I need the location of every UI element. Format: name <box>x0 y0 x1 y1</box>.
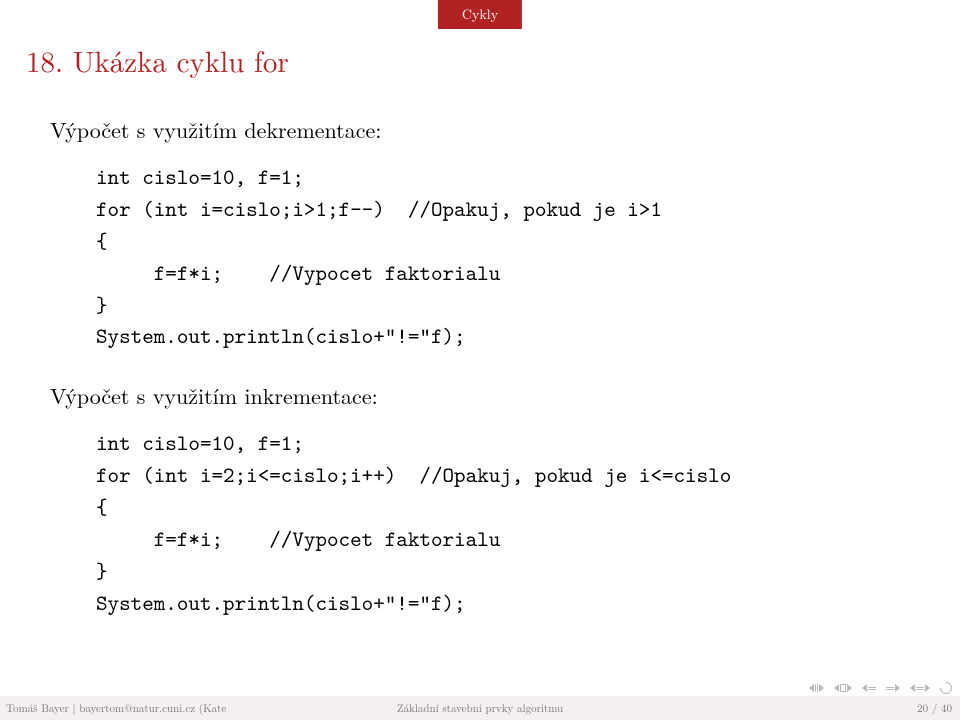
footer-page-number: 20 / 40 <box>917 701 952 716</box>
subtitle-inkrementace: Výpočet s využitím inkrementace: <box>50 380 910 411</box>
nav-first-icon[interactable] <box>809 684 824 692</box>
slide-footer: Tomáš Bayer | bayertom@natur.cuni.cz (Ka… <box>0 696 960 720</box>
slide-title: 18. Ukázka cyklu for <box>26 40 289 81</box>
footer-author: Tomáš Bayer | bayertom@natur.cuni.cz (Ka… <box>0 701 345 716</box>
nav-next-frame-icon[interactable] <box>910 684 930 692</box>
nav-prev-icon[interactable] <box>862 684 876 692</box>
footer-title: Základní stavební prvky algoritmu <box>397 701 563 716</box>
section-label: Cykly <box>462 4 498 24</box>
subtitle-dekrementace: Výpočet s využitím dekrementace: <box>50 114 910 145</box>
nav-prev-frame-icon[interactable] <box>834 684 852 692</box>
slide-content: Výpočet s využitím dekrementace: int cis… <box>50 104 910 647</box>
section-badge: Cykly <box>438 0 522 29</box>
code-block-2: int cislo=10, f=1; for (int i=2;i<=cislo… <box>96 427 910 618</box>
nav-cycle-icon[interactable] <box>938 680 955 697</box>
nav-next-icon[interactable] <box>886 684 900 692</box>
beamer-nav-controls <box>809 682 952 694</box>
code-block-1: int cislo=10, f=1; for (int i=cislo;i>1;… <box>96 161 910 352</box>
